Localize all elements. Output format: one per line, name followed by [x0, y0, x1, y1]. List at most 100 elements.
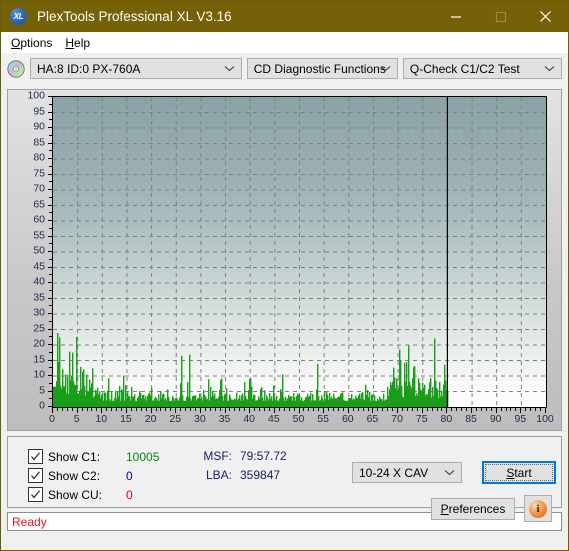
close-icon[interactable]	[523, 1, 568, 32]
x-axis-tick-label: 45	[268, 413, 280, 425]
x-axis-minor-tick	[111, 408, 113, 411]
x-axis-tick	[224, 408, 226, 413]
drive-select-value: HA:8 ID:0 PX-760A	[37, 61, 141, 76]
checkmark-icon	[31, 471, 40, 480]
x-axis-minor-tick	[160, 408, 162, 411]
y-axis-tick-label: 100	[27, 89, 45, 102]
plot-area	[52, 96, 547, 408]
info-icon-label: i	[536, 502, 540, 515]
title-bar: XL PlexTools Professional XL V3.16	[1, 1, 568, 32]
chart-panel: 0 5 10 15 20 25 30 35 40 45 50 55 60 65 70 75 80 85 90 95 10…	[7, 89, 562, 431]
checkbox-1[interactable]	[28, 468, 43, 483]
menu-bar: Options Help	[1, 32, 568, 53]
y-axis-tick-label: 0	[39, 399, 45, 412]
x-axis-minor-tick	[367, 408, 369, 411]
function-select-value: CD Diagnostic Functions	[253, 61, 386, 76]
x-axis-minor-tick	[392, 408, 394, 411]
preferences-button[interactable]: Preferences	[431, 498, 515, 520]
preferences-button-label: references	[448, 502, 506, 516]
x-axis-tick	[175, 408, 177, 413]
y-axis-tick-label: 60	[33, 213, 45, 226]
x-axis-tick	[446, 408, 448, 413]
x-axis-minor-tick	[485, 408, 487, 411]
function-select[interactable]: CD Diagnostic Functions	[246, 58, 398, 79]
x-axis-tick-label: 0	[49, 413, 55, 425]
checkbox-row-showcu[interactable]: Show CU: 0	[28, 487, 133, 502]
checkbox-0[interactable]	[28, 449, 43, 464]
x-axis-minor-tick	[135, 408, 137, 411]
window-title: PlexTools Professional XL V3.16	[37, 9, 232, 24]
x-axis-tick	[421, 408, 423, 413]
x-axis-tick-label: 10	[95, 413, 108, 425]
menu-item-help[interactable]: Help	[61, 34, 99, 52]
x-axis-minor-tick	[165, 408, 167, 411]
checkbox-2[interactable]	[28, 487, 43, 502]
x-axis-tick-label: 30	[194, 413, 206, 425]
y-axis-tick-label: 70	[33, 182, 45, 195]
x-axis-minor-tick	[180, 408, 182, 411]
x-axis-minor-tick	[86, 408, 88, 411]
minimize-icon[interactable]	[433, 1, 478, 32]
x-axis-minor-tick	[456, 408, 458, 411]
x-axis-minor-tick	[461, 408, 463, 411]
checkbox-row-showc2[interactable]: Show C2: 0	[28, 468, 133, 483]
menu-item-options[interactable]: Options	[7, 34, 61, 52]
chevron-down-icon	[544, 59, 555, 78]
test-select[interactable]: Q-Check C1/C2 Test	[402, 58, 562, 79]
x-axis-tick-label: 90	[489, 413, 502, 425]
x-axis-minor-tick	[466, 408, 468, 411]
speed-select-value: 10-24 X CAV	[359, 465, 429, 480]
checkmark-icon	[31, 490, 40, 499]
x-axis-minor-tick	[229, 408, 231, 411]
x-axis-minor-tick	[71, 408, 73, 411]
y-axis-tick-label: 35	[33, 291, 45, 303]
toolbar: HA:8 ID:0 PX-760A CD Diagnostic Function…	[1, 53, 568, 85]
x-axis-minor-tick	[515, 408, 517, 411]
maximize-icon[interactable]	[478, 1, 523, 32]
x-axis-minor-tick	[303, 408, 305, 411]
start-button[interactable]: Start	[482, 461, 556, 484]
chart-plot: 0 5 10 15 20 25 30 35 40 45 50 55 60 65 70 75 80 85 90 95 10…	[8, 90, 561, 430]
x-axis-minor-tick	[239, 408, 241, 411]
speed-select[interactable]: 10-24 X CAV	[352, 462, 462, 483]
x-axis-minor-tick	[170, 408, 172, 411]
x-axis-tick	[545, 408, 546, 413]
x-axis-minor-tick	[342, 408, 344, 411]
x-axis-minor-tick	[209, 408, 211, 411]
checkbox-label: Show C1:	[48, 449, 101, 464]
x-axis-minor-tick	[500, 408, 502, 411]
readout-value: 79:57.72	[240, 449, 287, 463]
x-axis-tick-label: 75	[415, 413, 428, 425]
x-axis-minor-tick	[382, 408, 384, 411]
x-axis-tick	[397, 408, 399, 413]
x-axis-minor-tick	[540, 408, 542, 411]
x-axis-minor-tick	[194, 408, 196, 411]
x-axis-minor-tick	[61, 408, 63, 411]
y-axis-tick-label: 65	[33, 198, 45, 210]
readout-value: 359847	[240, 468, 281, 482]
drive-select[interactable]: HA:8 ID:0 PX-760A	[30, 58, 242, 79]
y-axis-tick-label: 95	[33, 105, 45, 117]
x-axis-minor-tick	[352, 408, 354, 411]
readout-msf: MSF: 79:57.72	[198, 449, 287, 463]
y-axis-tick-label: 10	[33, 368, 45, 381]
x-axis-tick	[150, 408, 152, 413]
x-axis-minor-tick	[490, 408, 492, 411]
chevron-down-icon	[380, 59, 391, 78]
x-axis-tick	[495, 408, 497, 413]
x-axis-tick	[372, 408, 374, 413]
x-axis-minor-tick	[441, 408, 443, 411]
y-axis-tick-label: 40	[33, 275, 45, 288]
x-axis-minor-tick	[328, 408, 330, 411]
x-axis-tick	[76, 408, 78, 413]
info-button[interactable]: i	[524, 495, 552, 522]
checkbox-value: 0	[126, 487, 133, 502]
x-axis-tick-label: 80	[440, 413, 453, 425]
x-axis-minor-tick	[140, 408, 142, 411]
x-axis-minor-tick	[283, 408, 285, 411]
checkbox-row-showc1[interactable]: Show C1: 10005	[28, 449, 159, 464]
window-controls	[433, 1, 568, 32]
y-axis-tick-label: 80	[33, 151, 45, 164]
x-axis-tick	[273, 408, 275, 413]
y-axis-tick-label: 30	[33, 306, 45, 319]
